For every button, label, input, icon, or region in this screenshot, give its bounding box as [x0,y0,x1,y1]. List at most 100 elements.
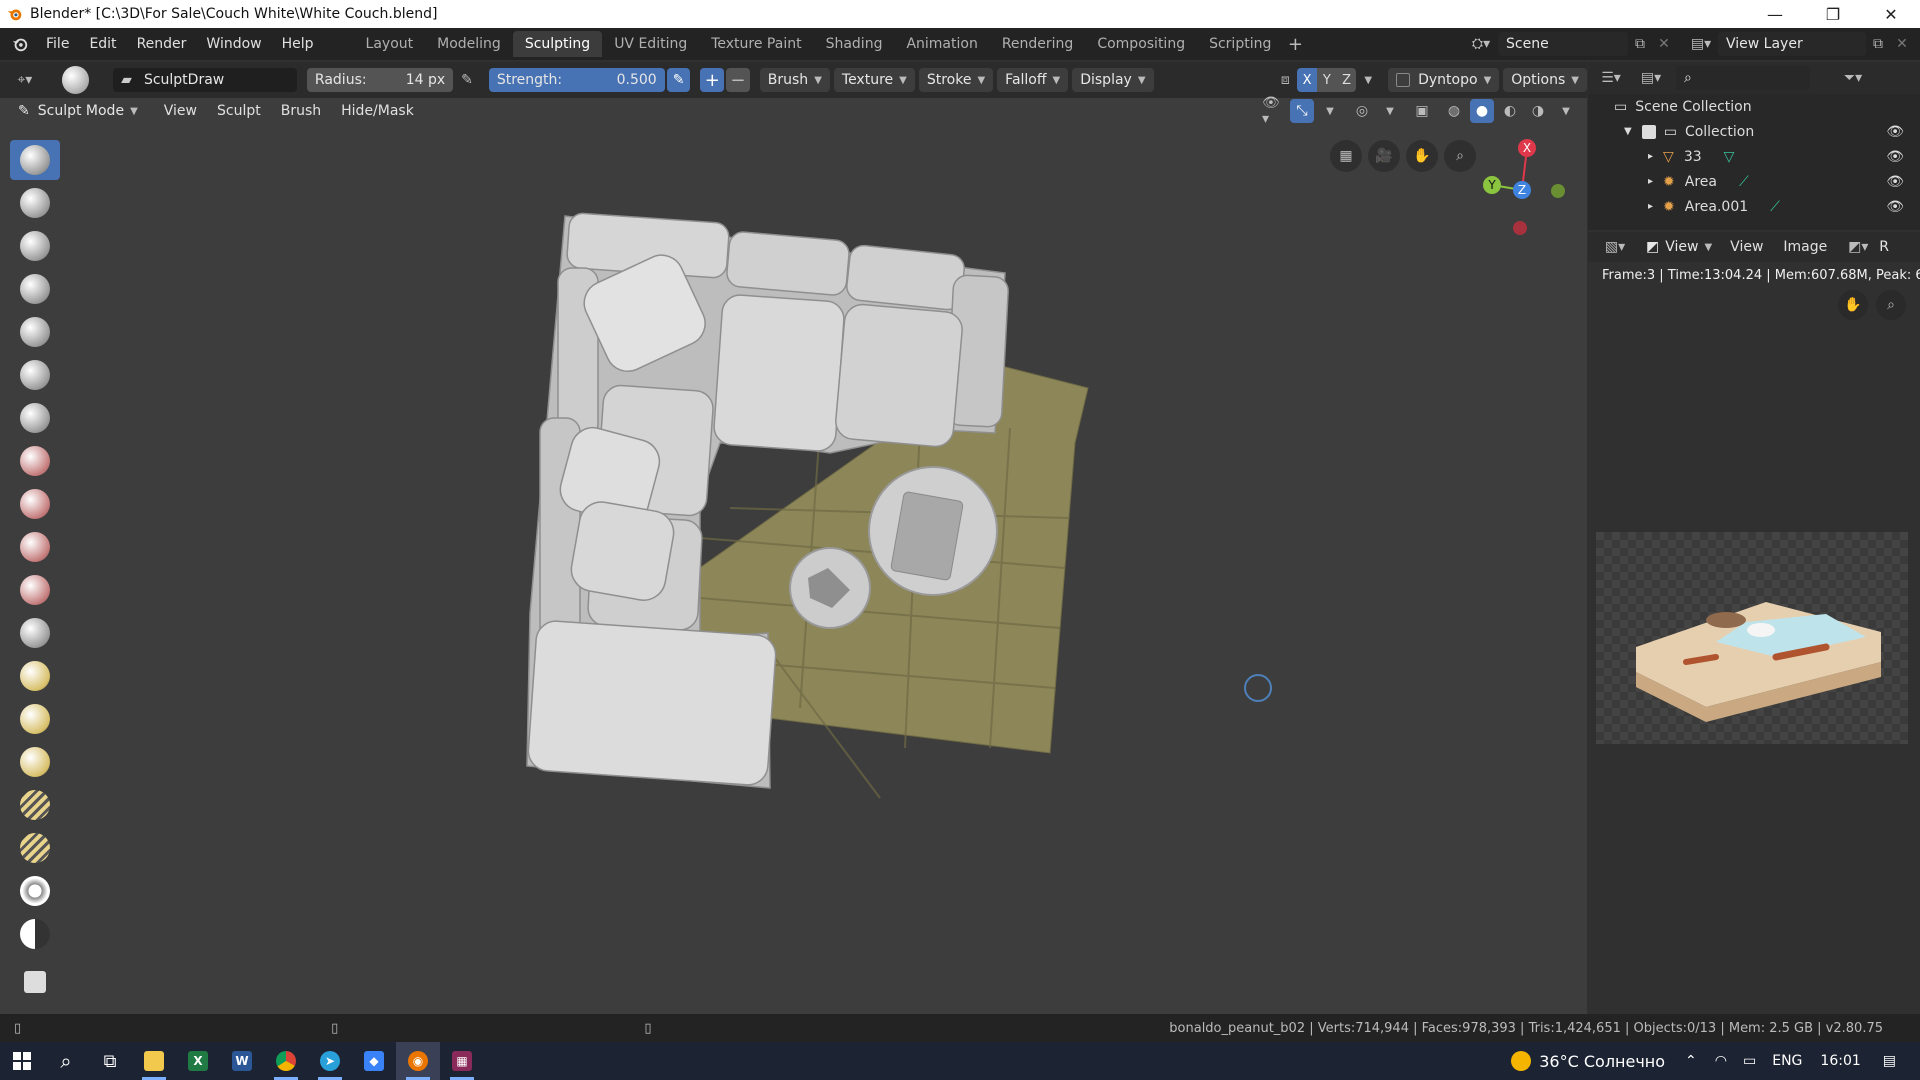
dyntopo-checkbox[interactable] [1396,73,1411,87]
tab-rendering[interactable]: Rendering [990,31,1086,57]
minimize-button[interactable]: — [1746,0,1804,28]
telegram-icon[interactable]: ➤ [308,1042,352,1080]
visibility-eye-icon[interactable]: 👁 [1886,174,1904,190]
outliner-item-area-001[interactable]: ▸ ✹ Area.001 ⟋ 👁 [1588,194,1920,219]
view-layer-selector-icon[interactable]: ▤▾ [1684,32,1718,56]
image-view-mode-dropdown[interactable]: ◩ View ▼ [1638,235,1720,259]
menu-view[interactable]: View [154,95,207,127]
brush-name-field[interactable]: ▰ SculptDraw [113,68,297,92]
symmetry-icon[interactable]: ⧈ [1274,68,1298,92]
tray-chevron-icon[interactable]: ⌃ [1685,1053,1697,1069]
inflate-tool-button[interactable] [10,312,60,352]
new-scene-icon[interactable]: ⧉ [1628,32,1652,56]
menu-render[interactable]: Render [127,28,197,60]
collection-visibility-eye-icon[interactable]: 👁 [1886,124,1904,140]
smooth-tool-button[interactable] [10,441,60,481]
collection-expand-icon[interactable]: ▼ [1624,126,1632,137]
tab-sculpting[interactable]: Sculpting [512,31,603,57]
dyntopo-dropdown[interactable]: Dyntopo ▼ [1388,68,1500,92]
navigation-gizmo[interactable]: X Y Z [1460,133,1570,243]
clay-strips-tool-button[interactable] [10,226,60,266]
snake-hook-tool-button[interactable] [10,699,60,739]
nudge-tool-button[interactable] [10,785,60,825]
battery-icon[interactable]: ▭ [1743,1053,1756,1069]
direction-add-button[interactable]: + [700,68,725,92]
tab-layout[interactable]: Layout [354,31,426,57]
expand-arrow-icon[interactable]: ▸ [1648,201,1653,212]
tab-uv-editing[interactable]: UV Editing [602,31,699,57]
delete-view-layer-icon[interactable]: ✕ [1890,32,1914,56]
start-menu-icon[interactable] [0,1042,44,1080]
falloff-dropdown[interactable]: Falloff ▼ [997,68,1069,92]
3d-viewport[interactable]: ▦ 🎥 ✋ ⌕ X Y Z [0,98,1587,1014]
strength-slider[interactable]: Strength: 0.500 [488,68,665,92]
image-editor-type-icon[interactable]: ▧▾ [1598,235,1632,259]
grab-tool-button[interactable] [10,656,60,696]
filter-icon[interactable]: ⏷▾ [1836,66,1870,90]
tab-texture-paint[interactable]: Texture Paint [699,31,813,57]
mask-tool-button[interactable] [10,914,60,954]
outliner-editor-type-icon[interactable]: ☰▾ [1594,66,1628,90]
camera-view-icon[interactable]: 🎥 [1368,140,1400,172]
symmetry-z-toggle[interactable]: Z [1336,68,1357,92]
radius-slider[interactable]: Radius: 14 px [306,68,454,92]
image-pan-hand-icon[interactable]: ✋ [1838,290,1868,320]
visibility-overlay-icon[interactable]: 👁▾ [1262,95,1286,127]
pan-hand-icon[interactable]: ✋ [1406,140,1438,172]
view-layer-field[interactable]: View Layer [1718,32,1866,56]
language-indicator[interactable]: ENG [1772,1053,1802,1069]
pinch-tool-button[interactable] [10,613,60,653]
symmetry-y-toggle[interactable]: Y [1316,68,1337,92]
xray-toggle-icon[interactable]: ▣ [1410,99,1434,123]
rendered-shading-icon[interactable]: ◑ [1526,99,1550,123]
menu-help[interactable]: Help [272,28,324,60]
weather-sun-icon[interactable] [1511,1051,1532,1071]
stroke-dropdown[interactable]: Stroke ▼ [918,68,994,92]
file-explorer-icon[interactable] [132,1042,176,1080]
outliner-scene-collection[interactable]: ▭ Scene Collection [1588,94,1920,119]
symmetry-x-toggle[interactable]: X [1297,68,1317,92]
visibility-eye-icon[interactable]: 👁 [1886,199,1904,215]
direction-subtract-button[interactable]: − [726,68,750,92]
shield-app-icon[interactable]: ◆ [352,1042,396,1080]
editor-type-icon[interactable]: ⌖▾ [8,68,42,92]
draw-tool-button[interactable] [10,140,60,180]
wifi-icon[interactable]: ◠ [1715,1053,1727,1069]
brush-preview-icon[interactable] [61,66,90,94]
radius-pressure-icon[interactable]: ✎ [455,68,479,92]
notifications-icon[interactable]: ▤ [1883,1053,1896,1069]
mode-selector[interactable]: ✎ Sculpt Mode ▼ [10,99,146,123]
close-button[interactable]: ✕ [1862,0,1920,28]
word-icon[interactable]: W [220,1042,264,1080]
solid-shading-icon[interactable]: ● [1470,99,1494,123]
tab-scripting[interactable]: Scripting [1197,31,1283,57]
shading-options-chevron-icon[interactable]: ▼ [1554,99,1578,123]
clay-tool-button[interactable] [10,183,60,223]
options-dropdown[interactable]: Options ▼ [1503,68,1587,92]
maximize-button[interactable]: ❐ [1804,0,1862,28]
simplify-tool-button[interactable] [10,871,60,911]
wireframe-shading-icon[interactable]: ◍ [1442,99,1466,123]
visibility-eye-icon[interactable]: 👁 [1886,149,1904,165]
collection-checkbox[interactable] [1641,124,1656,139]
outliner-collection-row[interactable]: ▼ ▭ Collection 👁 [1588,119,1920,144]
viewport-scene[interactable] [0,98,1587,1014]
gizmo-toggle-icon[interactable]: ⤡ [1290,99,1314,123]
display-dropdown[interactable]: Display ▼ [1072,68,1154,92]
toggle-ortho-icon[interactable]: ▦ [1330,140,1362,172]
layer-tool-button[interactable] [10,269,60,309]
blob-tool-button[interactable] [10,355,60,395]
chrome-icon[interactable] [264,1042,308,1080]
image-menu-image[interactable]: Image [1773,231,1837,263]
menu-window[interactable]: Window [196,28,271,60]
excel-icon[interactable]: X [176,1042,220,1080]
windows-search-icon[interactable]: ⌕ [44,1042,88,1080]
menu-brush[interactable]: Brush [271,95,331,127]
menu-sculpt[interactable]: Sculpt [207,95,271,127]
menu-hide-mask[interactable]: Hide/Mask [331,95,424,127]
strength-pressure-icon[interactable]: ✎ [666,68,691,92]
gizmo-options-chevron-icon[interactable]: ▼ [1318,99,1342,123]
brush-dropdown[interactable]: Brush ▼ [759,68,830,92]
task-view-icon[interactable]: ⧉ [88,1042,132,1080]
fill-tool-button[interactable] [10,527,60,567]
